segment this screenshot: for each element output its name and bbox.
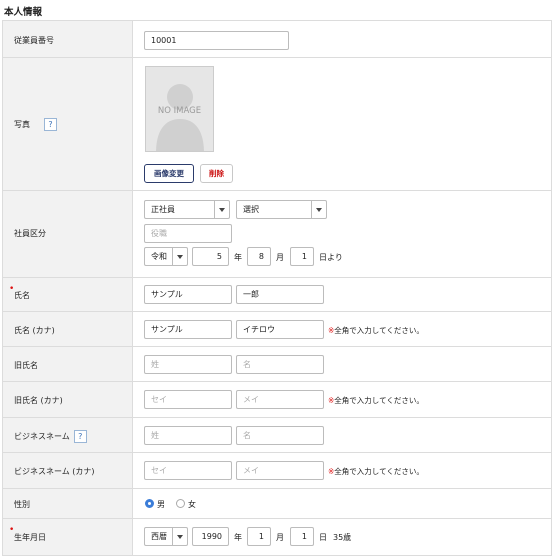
name-label-cell: • 氏名	[3, 278, 133, 311]
former-name-label-cell: 旧氏名	[3, 347, 133, 381]
employee-type-row: 社員区分 正社員 選択 役職 令和 5 年 8 月 1 日より	[2, 191, 552, 278]
birthdate-label-cell: • 生年月日	[3, 519, 133, 555]
section-title: 本人情報	[4, 7, 43, 18]
first-name-input[interactable]: 一郎	[236, 285, 324, 304]
last-name-input[interactable]: サンプル	[144, 285, 232, 304]
business-name-kana-row: ビジネスネーム (カナ) セイ メイ ※全角で入力してください。	[2, 453, 552, 489]
business-name-kana-label: ビジネスネーム (カナ)	[14, 467, 95, 476]
gender-label-cell: 性別	[3, 489, 133, 518]
former-last-name-input[interactable]: 姓	[144, 355, 232, 374]
business-name-label: ビジネスネーム?	[14, 430, 87, 443]
birth-month-input[interactable]: 1	[247, 527, 271, 546]
no-image-text: NO IMAGE	[157, 106, 202, 116]
photo-placeholder: NO IMAGE	[145, 66, 214, 152]
former-first-name-kana-input[interactable]: メイ	[236, 390, 324, 409]
gender-female-label: 女	[188, 500, 196, 509]
gender-male-radio[interactable]	[145, 499, 154, 508]
name-kana-label: 氏名 (カナ)	[14, 326, 55, 335]
year-unit: 年	[234, 253, 242, 262]
birth-year-input[interactable]: 1990	[192, 527, 229, 546]
business-last-name-kana-input[interactable]: セイ	[144, 461, 232, 480]
birth-year-unit: 年	[234, 533, 242, 542]
chevron-down-icon	[172, 528, 187, 545]
former-first-name-input[interactable]: 名	[236, 355, 324, 374]
former-name-kana-label: 旧氏名 (カナ)	[14, 396, 63, 405]
help-icon[interactable]: ?	[44, 118, 57, 131]
help-icon[interactable]: ?	[73, 430, 87, 443]
birth-day-unit: 日	[319, 533, 327, 542]
photo-row: 写真? NO IMAGE 画像変更 削除	[2, 58, 552, 191]
birth-month-unit: 月	[276, 533, 284, 542]
former-name-kana-row: 旧氏名 (カナ) セイ メイ ※全角で入力してください。	[2, 382, 552, 418]
era-select[interactable]: 令和	[144, 247, 188, 266]
employee-type-label-cell: 社員区分	[3, 191, 133, 277]
gender-label: 性別	[14, 500, 30, 509]
last-name-kana-input[interactable]: サンプル	[144, 320, 232, 339]
former-last-name-kana-input[interactable]: セイ	[144, 390, 232, 409]
employee-number-label-cell: 従業員番号	[3, 21, 133, 57]
name-row: • 氏名 サンプル 一郎	[2, 278, 552, 312]
business-first-name-kana-input[interactable]: メイ	[236, 461, 324, 480]
employee-number-row: 従業員番号 10001	[2, 20, 552, 58]
start-day-input[interactable]: 1	[290, 247, 314, 266]
position-input[interactable]: 役職	[144, 224, 232, 243]
age-text: 35歳	[333, 533, 352, 542]
photo-label: 写真?	[14, 118, 57, 131]
chevron-down-icon	[311, 201, 326, 218]
birthdate-label: 生年月日	[14, 533, 46, 542]
business-name-row: ビジネスネーム? 姓 名	[2, 418, 552, 453]
employee-type-select[interactable]: 正社員	[144, 200, 230, 219]
first-name-kana-input[interactable]: イチロウ	[236, 320, 324, 339]
former-name-row: 旧氏名 姓 名	[2, 347, 552, 382]
business-name-kana-label-cell: ビジネスネーム (カナ)	[3, 453, 133, 488]
name-label: 氏名	[14, 291, 30, 300]
name-kana-row: 氏名 (カナ) サンプル イチロウ ※全角で入力してください。	[2, 312, 552, 347]
photo-label-cell: 写真?	[3, 58, 133, 190]
fullwidth-note: ※全角で入力してください。	[328, 326, 424, 335]
fullwidth-note: ※全角で入力してください。	[328, 467, 424, 476]
employee-subtype-select[interactable]: 選択	[236, 200, 327, 219]
business-name-label-cell: ビジネスネーム?	[3, 418, 133, 452]
gender-row: 性別 男 女	[2, 489, 552, 519]
start-month-input[interactable]: 8	[247, 247, 271, 266]
chevron-down-icon	[172, 248, 187, 265]
day-suffix: 日より	[319, 253, 343, 262]
employee-type-label: 社員区分	[14, 229, 46, 238]
gender-male-label: 男	[157, 500, 165, 509]
calendar-select[interactable]: 西暦	[144, 527, 188, 546]
gender-female-radio[interactable]	[176, 499, 185, 508]
birth-day-input[interactable]: 1	[290, 527, 314, 546]
delete-image-button[interactable]: 削除	[200, 164, 233, 183]
business-last-name-input[interactable]: 姓	[144, 426, 232, 445]
change-image-button[interactable]: 画像変更	[144, 164, 194, 183]
employee-number-input[interactable]: 10001	[144, 31, 289, 50]
fullwidth-note: ※全角で入力してください。	[328, 396, 424, 405]
former-name-kana-label-cell: 旧氏名 (カナ)	[3, 382, 133, 417]
start-year-input[interactable]: 5	[192, 247, 229, 266]
name-kana-label-cell: 氏名 (カナ)	[3, 312, 133, 346]
birthdate-row: • 生年月日 西暦 1990 年 1 月 1 日 35歳	[2, 519, 552, 556]
chevron-down-icon	[214, 201, 229, 218]
business-first-name-input[interactable]: 名	[236, 426, 324, 445]
employee-number-label: 従業員番号	[14, 36, 54, 45]
former-name-label: 旧氏名	[14, 361, 38, 370]
month-unit: 月	[276, 253, 284, 262]
